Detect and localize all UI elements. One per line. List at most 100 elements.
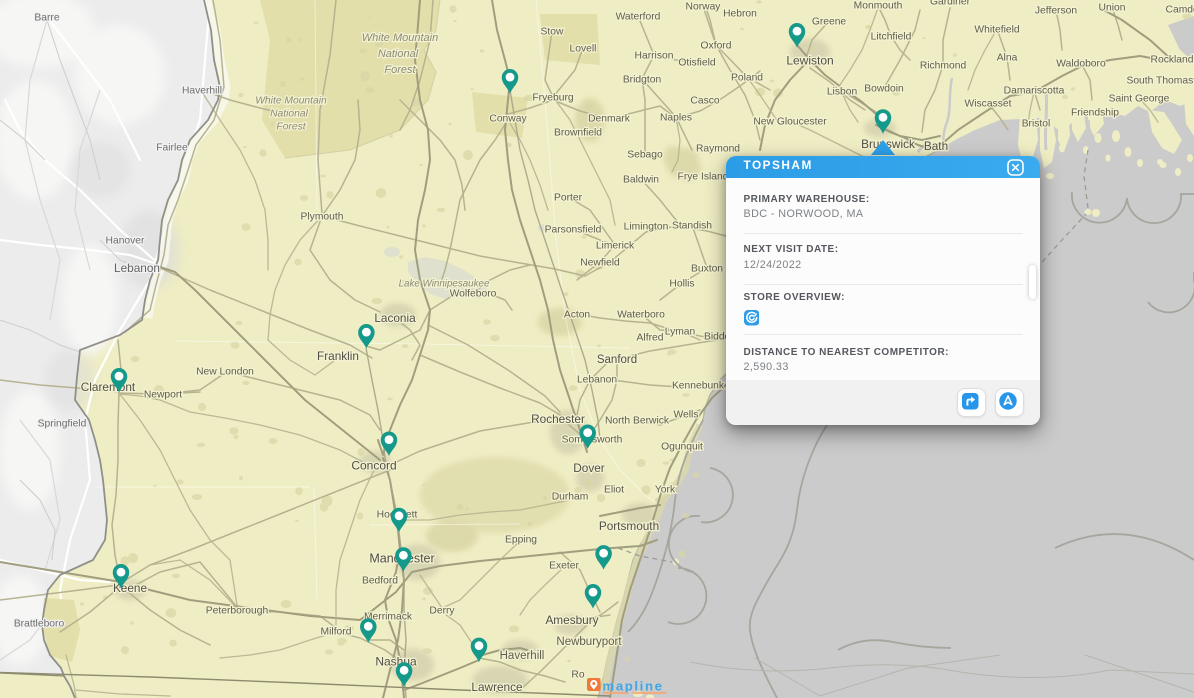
- svg-text:Wiscasset: Wiscasset: [965, 99, 1012, 110]
- svg-text:Lebanon: Lebanon: [114, 261, 160, 275]
- svg-text:Acton: Acton: [564, 310, 591, 321]
- svg-text:Forest: Forest: [276, 122, 306, 133]
- svg-text:White Mountain: White Mountain: [255, 96, 327, 107]
- svg-text:Bath: Bath: [924, 139, 948, 153]
- svg-text:Plymouth: Plymouth: [301, 212, 344, 223]
- svg-text:Eliot: Eliot: [604, 485, 624, 496]
- svg-text:South Thomaston: South Thomaston: [1126, 76, 1194, 87]
- svg-text:Casco: Casco: [690, 96, 719, 107]
- svg-text:New London: New London: [196, 367, 254, 378]
- svg-text:Epping: Epping: [505, 535, 537, 546]
- svg-text:Oxford: Oxford: [701, 41, 732, 52]
- svg-text:Bowdoin: Bowdoin: [864, 84, 904, 95]
- svg-text:Raymond: Raymond: [696, 144, 740, 155]
- svg-text:North Berwick: North Berwick: [605, 416, 670, 427]
- svg-text:Porter: Porter: [554, 193, 583, 204]
- svg-text:Standish: Standish: [672, 221, 712, 232]
- svg-text:Richmond: Richmond: [920, 61, 967, 72]
- svg-text:Forest: Forest: [384, 64, 416, 76]
- svg-text:Newfield: Newfield: [580, 258, 620, 269]
- svg-text:Monmouth: Monmouth: [854, 1, 903, 12]
- svg-text:Wolfeboro: Wolfeboro: [450, 289, 497, 300]
- svg-text:Damariscotta: Damariscotta: [1004, 86, 1065, 97]
- svg-text:Newburyport: Newburyport: [556, 636, 622, 648]
- svg-text:Brownfield: Brownfield: [554, 128, 602, 139]
- svg-text:Friendship: Friendship: [1071, 108, 1119, 119]
- svg-text:Milford: Milford: [321, 627, 352, 638]
- svg-text:Litchfield: Litchfield: [871, 32, 912, 43]
- svg-text:Waterboro: Waterboro: [617, 310, 665, 321]
- svg-text:Greene: Greene: [812, 17, 847, 28]
- svg-text:National: National: [378, 48, 419, 60]
- svg-text:Portsmouth: Portsmouth: [599, 519, 659, 533]
- svg-text:Rockland: Rockland: [1151, 55, 1194, 66]
- svg-text:Alna: Alna: [997, 53, 1018, 64]
- svg-text:Rochester: Rochester: [531, 412, 585, 426]
- svg-text:Amesbury: Amesbury: [545, 613, 598, 627]
- svg-text:Norway: Norway: [686, 2, 722, 13]
- svg-text:National: National: [270, 109, 308, 120]
- svg-text:Jefferson: Jefferson: [1035, 6, 1077, 17]
- svg-text:Derry: Derry: [429, 606, 455, 617]
- svg-text:Durham: Durham: [552, 492, 589, 503]
- svg-text:Newport: Newport: [144, 390, 182, 401]
- svg-text:Denmark: Denmark: [588, 114, 631, 125]
- svg-text:Ogunquit: Ogunquit: [661, 442, 703, 453]
- svg-text:Kennebunk: Kennebunk: [672, 381, 725, 392]
- svg-text:Lewiston: Lewiston: [786, 53, 833, 67]
- svg-text:Fairlee: Fairlee: [156, 143, 188, 154]
- svg-text:Alfred: Alfred: [637, 333, 664, 344]
- svg-text:Concord: Concord: [351, 458, 396, 472]
- svg-text:Union: Union: [1099, 3, 1126, 14]
- svg-text:Lawrence: Lawrence: [471, 680, 523, 694]
- svg-text:Parsonsfield: Parsonsfield: [545, 225, 602, 236]
- svg-text:Waldoboro: Waldoboro: [1056, 59, 1106, 70]
- svg-text:Saint George: Saint George: [1109, 94, 1170, 105]
- svg-text:Hebron: Hebron: [723, 9, 757, 20]
- svg-text:Bridgton: Bridgton: [623, 75, 662, 86]
- svg-text:York: York: [655, 485, 676, 496]
- svg-text:Springfield: Springfield: [38, 419, 87, 430]
- svg-text:Baldwin: Baldwin: [623, 175, 659, 186]
- svg-text:Exeter: Exeter: [549, 561, 579, 572]
- svg-text:Gardiner: Gardiner: [930, 0, 971, 8]
- svg-text:Limington: Limington: [624, 222, 669, 233]
- svg-text:Sanford: Sanford: [597, 354, 637, 366]
- svg-text:New Gloucester: New Gloucester: [753, 117, 827, 128]
- svg-text:Hollis: Hollis: [669, 279, 694, 290]
- svg-text:Camden: Camden: [1166, 5, 1194, 16]
- svg-text:Laconia: Laconia: [374, 311, 416, 325]
- svg-text:Lebanon: Lebanon: [577, 375, 617, 386]
- svg-text:Bedford: Bedford: [362, 576, 398, 587]
- svg-text:Wells: Wells: [674, 410, 699, 421]
- svg-text:Hanover: Hanover: [106, 236, 145, 247]
- svg-text:Naples: Naples: [660, 113, 692, 124]
- svg-text:Frye Island: Frye Island: [678, 172, 729, 183]
- svg-text:Lovell: Lovell: [570, 44, 597, 55]
- svg-text:Claremont: Claremont: [81, 380, 136, 394]
- svg-text:Limerick: Limerick: [596, 241, 635, 252]
- svg-text:Barre: Barre: [34, 13, 59, 24]
- svg-text:Buxton: Buxton: [691, 264, 723, 275]
- svg-text:Sebago: Sebago: [627, 150, 663, 161]
- svg-text:Fryeburg: Fryeburg: [532, 93, 573, 104]
- svg-text:Dover: Dover: [573, 461, 605, 475]
- svg-text:Brattleboro: Brattleboro: [14, 619, 65, 630]
- svg-text:Harrison: Harrison: [635, 51, 674, 62]
- svg-text:Haverhill: Haverhill: [500, 650, 545, 662]
- svg-text:Lyman: Lyman: [665, 327, 696, 338]
- svg-text:mapline: mapline: [603, 679, 664, 694]
- svg-text:Haverhill: Haverhill: [182, 86, 222, 97]
- svg-text:Conway: Conway: [489, 114, 527, 125]
- svg-text:Franklin: Franklin: [317, 349, 359, 363]
- svg-text:Lisbon: Lisbon: [827, 87, 858, 98]
- svg-text:Ro: Ro: [571, 670, 584, 681]
- svg-text:Whitefield: Whitefield: [974, 25, 1019, 36]
- svg-text:Otisfield: Otisfield: [678, 58, 715, 69]
- svg-text:Waterford: Waterford: [616, 12, 661, 23]
- svg-text:Peterborough: Peterborough: [206, 606, 269, 617]
- svg-text:White Mountain: White Mountain: [362, 32, 438, 44]
- svg-text:Poland: Poland: [731, 73, 763, 84]
- svg-text:Bristol: Bristol: [1022, 119, 1051, 130]
- svg-text:Stow: Stow: [541, 27, 564, 38]
